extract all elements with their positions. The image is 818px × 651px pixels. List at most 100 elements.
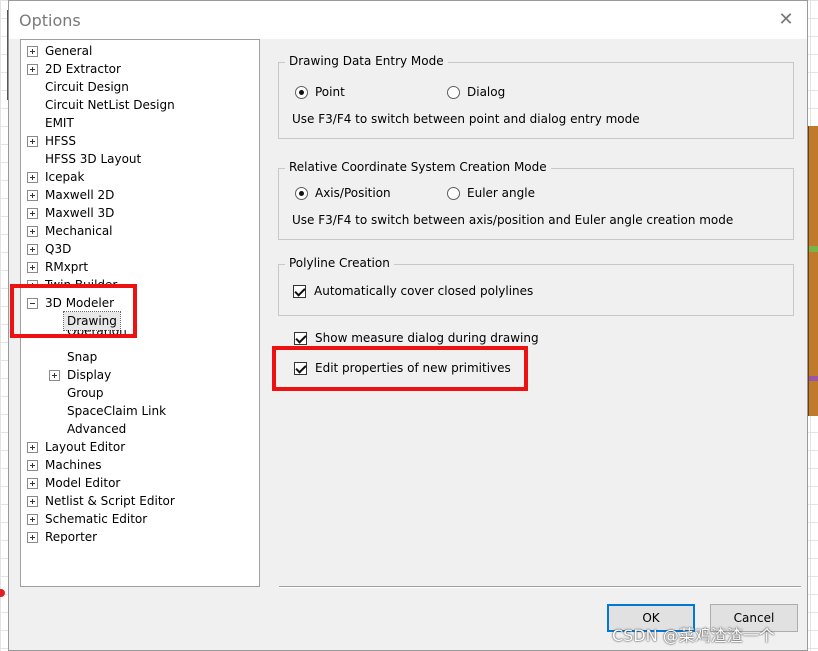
- tree-item-label: Q3D: [45, 242, 72, 256]
- show-measure-checkbox[interactable]: [294, 332, 307, 345]
- tree-item-display[interactable]: Display: [21, 366, 259, 384]
- watermark-text: CSDN @菜鸡渣渣一个: [612, 626, 775, 645]
- show-measure-label[interactable]: Show measure dialog during drawing: [315, 331, 539, 345]
- tree-item-emit[interactable]: EMIT: [21, 114, 259, 132]
- tree-item-circuit-netlist-design[interactable]: Circuit NetList Design: [21, 96, 259, 114]
- auto-cover-checkbox[interactable]: [293, 285, 306, 298]
- expand-plus-icon[interactable]: [27, 442, 38, 453]
- tree-item-hfss[interactable]: HFSS: [21, 132, 259, 150]
- tree-item-group[interactable]: Group: [21, 384, 259, 402]
- tree-item-label: Layout Editor: [45, 440, 126, 454]
- tree-item-q3d[interactable]: Q3D: [21, 240, 259, 258]
- tree-item-label: Icepak: [45, 170, 85, 184]
- tree-item-layout-editor[interactable]: Layout Editor: [21, 438, 259, 456]
- tree-item-2d-extractor[interactable]: 2D Extractor: [21, 60, 259, 78]
- tree-item-netlist-script-editor[interactable]: Netlist & Script Editor: [21, 492, 259, 510]
- tree-item-label: SpaceClaim Link: [67, 404, 167, 418]
- tree-item-rmxprt[interactable]: RMxprt: [21, 258, 259, 276]
- expand-plus-icon[interactable]: [27, 262, 38, 273]
- options-tree[interactable]: General 2D Extractor Circuit Design Circ…: [20, 39, 260, 587]
- expand-plus-icon[interactable]: [27, 208, 38, 219]
- polyline-title: Polyline Creation: [285, 256, 394, 270]
- tree-item-label: Circuit Design: [45, 80, 129, 94]
- radio-point-label[interactable]: Point: [315, 85, 345, 99]
- drawing-entry-hint: Use F3/F4 to switch between point and di…: [292, 112, 640, 126]
- tree-item-maxwell-2d[interactable]: Maxwell 2D: [21, 186, 259, 204]
- expand-plus-icon[interactable]: [27, 64, 38, 75]
- tree-item-mechanical[interactable]: Mechanical: [21, 222, 259, 240]
- tree-item-label: General: [45, 44, 93, 58]
- radio-axis-position-label[interactable]: Axis/Position: [315, 186, 391, 200]
- expand-plus-icon[interactable]: [27, 496, 38, 507]
- radio-point[interactable]: [295, 86, 308, 99]
- tree-item-general[interactable]: General: [21, 42, 259, 60]
- tree-item-label: Mechanical: [45, 224, 113, 238]
- tree-item-drawing[interactable]: Drawing: [21, 311, 259, 331]
- options-dialog: Options ✕ General 2D Extractor Circuit D…: [8, 0, 808, 651]
- tree-item-label: Drawing: [63, 311, 121, 331]
- expand-plus-icon[interactable]: [49, 370, 60, 381]
- background-edge: [0, 10, 8, 100]
- tree-item-label: EMIT: [45, 116, 74, 130]
- tree-item-label: RMxprt: [45, 260, 89, 274]
- background-model-strip: [808, 126, 818, 416]
- tree-item-twin-builder[interactable]: Twin Builder: [21, 276, 259, 285]
- tree-item-label: Model Editor: [45, 476, 121, 490]
- relative-cs-hint: Use F3/F4 to switch between axis/positio…: [292, 213, 734, 227]
- tree-item-maxwell-3d[interactable]: Maxwell 3D: [21, 204, 259, 222]
- drawing-entry-title: Drawing Data Entry Mode: [285, 54, 448, 68]
- expand-plus-icon[interactable]: [27, 172, 38, 183]
- expand-plus-icon[interactable]: [27, 46, 38, 57]
- expand-plus-icon[interactable]: [27, 460, 38, 471]
- radio-axis-position[interactable]: [295, 187, 308, 200]
- edit-properties-checkbox[interactable]: [294, 362, 307, 375]
- radio-dialog[interactable]: [447, 86, 460, 99]
- footer-separator: [279, 586, 801, 588]
- tree-item-schematic-editor[interactable]: Schematic Editor: [21, 510, 259, 528]
- tree-item-label: 3D Modeler: [45, 296, 115, 310]
- tree-item-machines[interactable]: Machines: [21, 456, 259, 474]
- tree-item-operation[interactable]: Operation: [21, 330, 259, 340]
- tree-item-label: Twin Builder: [45, 278, 118, 285]
- tree-item-label: Maxwell 2D: [45, 188, 115, 202]
- tree-item-model-editor[interactable]: Model Editor: [21, 474, 259, 492]
- dialog-titlebar[interactable]: Options ✕: [9, 1, 807, 39]
- tree-item-label: HFSS 3D Layout: [45, 152, 142, 166]
- expand-plus-icon[interactable]: [27, 280, 38, 285]
- radio-euler-angle-label[interactable]: Euler angle: [467, 186, 535, 200]
- tree-item-label: Schematic Editor: [45, 512, 148, 526]
- auto-cover-label[interactable]: Automatically cover closed polylines: [314, 284, 533, 298]
- expand-plus-icon[interactable]: [27, 514, 38, 525]
- expand-plus-icon[interactable]: [27, 226, 38, 237]
- tree-item-icepak[interactable]: Icepak: [21, 168, 259, 186]
- tree-item-label: Reporter: [45, 530, 98, 544]
- tree-item-label: HFSS: [45, 134, 76, 148]
- close-icon[interactable]: ✕: [775, 9, 797, 31]
- tree-item-hfss-3d-layout[interactable]: HFSS 3D Layout: [21, 150, 259, 168]
- tree-item-snap[interactable]: Snap: [21, 348, 259, 366]
- tree-item-label: Operation: [67, 330, 127, 338]
- drawing-entry-group: Drawing Data Entry Mode Point Dialog Use…: [278, 54, 794, 139]
- polyline-group: Polyline Creation Automatically cover cl…: [278, 256, 794, 316]
- expand-plus-icon[interactable]: [27, 532, 38, 543]
- expand-plus-icon[interactable]: [27, 136, 38, 147]
- expand-plus-icon[interactable]: [27, 478, 38, 489]
- collapse-minus-icon[interactable]: [27, 298, 38, 309]
- edit-properties-label[interactable]: Edit properties of new primitives: [315, 361, 511, 375]
- expand-plus-icon[interactable]: [27, 244, 38, 255]
- dialog-title: Options: [19, 11, 81, 30]
- tree-item-label: Netlist & Script Editor: [45, 494, 175, 508]
- tree-item-circuit-design[interactable]: Circuit Design: [21, 78, 259, 96]
- tree-item-label: Circuit NetList Design: [45, 98, 175, 112]
- tree-item-spaceclaim-link[interactable]: SpaceClaim Link: [21, 402, 259, 420]
- tree-item-label: Display: [67, 368, 112, 382]
- tree-item-3d-modeler[interactable]: 3D Modeler: [21, 294, 259, 312]
- expand-plus-icon[interactable]: [27, 190, 38, 201]
- tree-item-label: Advanced: [67, 422, 127, 436]
- tree-item-reporter[interactable]: Reporter: [21, 528, 259, 546]
- radio-euler-angle[interactable]: [447, 187, 460, 200]
- tree-item-label: Maxwell 3D: [45, 206, 115, 220]
- relative-cs-title: Relative Coordinate System Creation Mode: [285, 160, 551, 174]
- radio-dialog-label[interactable]: Dialog: [467, 85, 505, 99]
- tree-item-advanced[interactable]: Advanced: [21, 420, 259, 438]
